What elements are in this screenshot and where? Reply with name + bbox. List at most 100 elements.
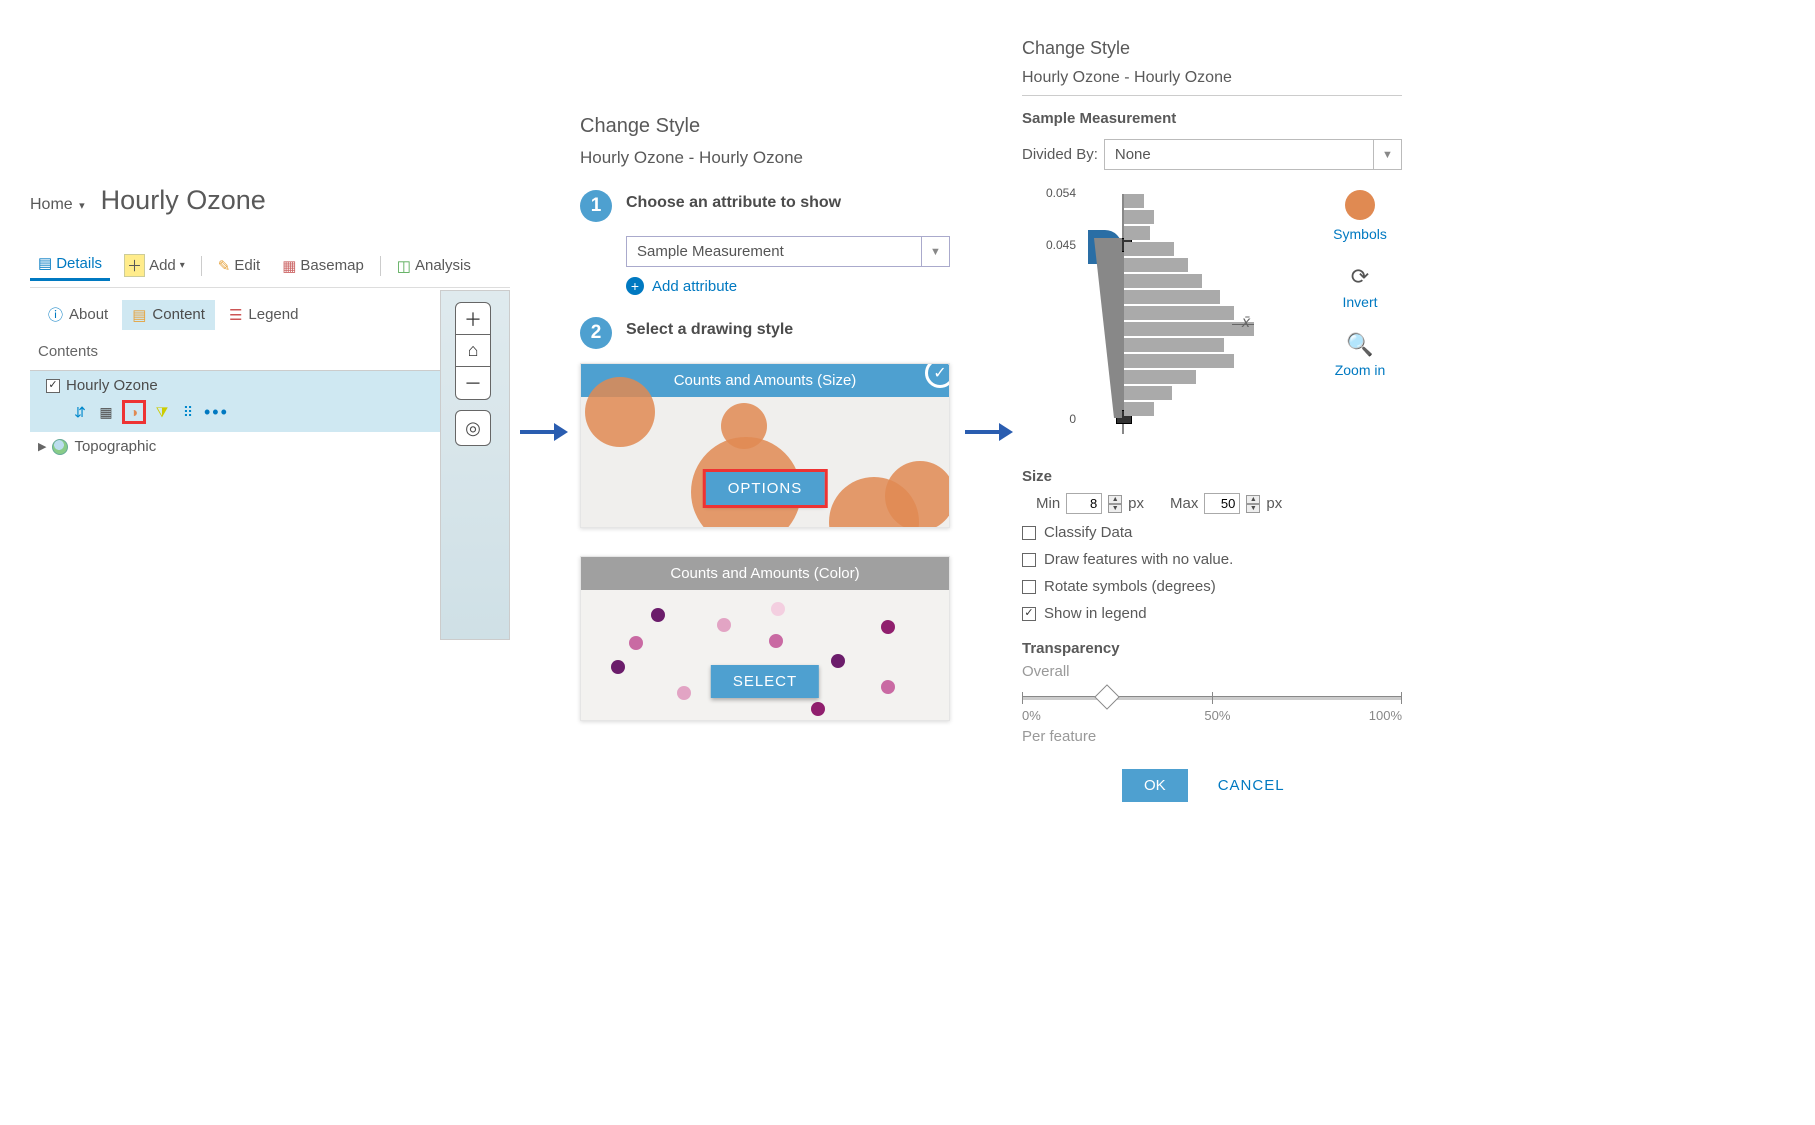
zoom-in-button[interactable]: 🔍Zoom in bbox=[1335, 332, 1386, 378]
basemap-button[interactable]: ▦Basemap bbox=[274, 253, 372, 279]
min-size-stepper[interactable]: ▲▼ bbox=[1108, 495, 1122, 513]
select-button[interactable]: SELECT bbox=[711, 665, 819, 698]
style-card-preview: OPTIONS bbox=[581, 397, 949, 527]
locate-button[interactable]: ◎ bbox=[455, 410, 491, 446]
style-card-counts-size[interactable]: ✓ Counts and Amounts (Size) OPTIONS bbox=[580, 363, 950, 528]
subtabs: ⓘAbout ▤Content ☰Legend ◀ bbox=[30, 288, 510, 337]
histogram-tick-upper: 0.045 bbox=[1036, 238, 1076, 252]
max-size-stepper[interactable]: ▲▼ bbox=[1246, 495, 1260, 513]
panel-title: Change Style bbox=[1022, 38, 1402, 59]
separator bbox=[380, 256, 381, 276]
max-size-input[interactable] bbox=[1204, 493, 1240, 514]
home-extent-button[interactable]: ⌂ bbox=[456, 335, 490, 367]
panel-title: Change Style bbox=[580, 115, 950, 138]
style-card-counts-color[interactable]: Counts and Amounts (Color) SELECT bbox=[580, 556, 950, 721]
cluster-icon[interactable]: ⠿ bbox=[178, 402, 198, 422]
symbols-button[interactable]: Symbols bbox=[1333, 190, 1387, 242]
histogram[interactable]: 0.054 0.045 0 x̄ bbox=[1082, 184, 1282, 444]
info-icon: ⓘ bbox=[48, 304, 63, 325]
change-style-icon[interactable]: ◑ bbox=[122, 400, 146, 424]
divided-by-value: None bbox=[1104, 139, 1374, 170]
expand-icon[interactable]: ▶ bbox=[38, 440, 46, 453]
chevron-down-icon[interactable]: ▼ bbox=[922, 236, 950, 267]
edit-button[interactable]: ✎Edit bbox=[210, 253, 268, 279]
show-legend-icon[interactable]: ⇵ bbox=[70, 402, 90, 422]
classify-checkbox[interactable] bbox=[1022, 526, 1036, 540]
ok-button[interactable]: OK bbox=[1122, 769, 1188, 802]
details-icon: ▤ bbox=[38, 254, 52, 272]
style-card-preview: SELECT bbox=[581, 590, 949, 720]
attribute-name: Sample Measurement bbox=[1022, 110, 1402, 127]
basemap-icon: ▦ bbox=[282, 257, 296, 275]
layer-item-topographic[interactable]: ▶ Topographic bbox=[30, 432, 510, 461]
step-1-label: Choose an attribute to show bbox=[626, 190, 841, 212]
show-table-icon[interactable]: ▦ bbox=[96, 402, 116, 422]
zoom-control: ＋ ⌂ － bbox=[455, 302, 491, 400]
home-link[interactable]: Home ▾ bbox=[30, 196, 85, 214]
tab-content[interactable]: ▤Content bbox=[122, 300, 215, 330]
slider-label-100: 100% bbox=[1369, 708, 1402, 723]
no-value-label: Draw features with no value. bbox=[1044, 551, 1233, 568]
layer-visibility-checkbox[interactable] bbox=[46, 379, 60, 393]
transparency-slider[interactable]: 0% 50% 100% bbox=[1022, 688, 1402, 722]
content-icon: ▤ bbox=[132, 306, 146, 324]
overall-label: Overall bbox=[1022, 663, 1402, 680]
px-label: px bbox=[1266, 495, 1282, 512]
add-button[interactable]: ＋Add▾ bbox=[116, 250, 193, 281]
step-1-badge: 1 bbox=[580, 190, 612, 222]
min-size-input[interactable] bbox=[1066, 493, 1102, 514]
basemap-globe-icon bbox=[52, 439, 68, 455]
zoom-out-button[interactable]: － bbox=[456, 367, 490, 399]
add-attribute-button[interactable]: + Add attribute bbox=[626, 277, 950, 295]
plus-icon: + bbox=[626, 277, 644, 295]
max-label: Max bbox=[1170, 495, 1198, 512]
cancel-button[interactable]: CANCEL bbox=[1218, 777, 1285, 794]
layer-label: Hourly Ozone bbox=[66, 377, 158, 394]
style-card-header: Counts and Amounts (Color) bbox=[581, 557, 949, 590]
layer-item-hourly-ozone[interactable]: Hourly Ozone ⇵ ▦ ◑ ⧩ ⠿ ••• bbox=[30, 371, 510, 432]
no-value-checkbox[interactable] bbox=[1022, 553, 1036, 567]
page-title: Hourly Ozone bbox=[101, 185, 266, 216]
min-label: Min bbox=[1036, 495, 1060, 512]
tab-legend[interactable]: ☰Legend bbox=[219, 300, 309, 330]
more-options-icon[interactable]: ••• bbox=[204, 402, 229, 423]
step-2-label: Select a drawing style bbox=[626, 317, 793, 339]
attribute-select[interactable]: Sample Measurement ▼ bbox=[626, 236, 950, 267]
options-button[interactable]: OPTIONS bbox=[706, 472, 825, 505]
histogram-tick-lower: 0 bbox=[1036, 412, 1076, 426]
chevron-down-icon: ▾ bbox=[79, 200, 85, 212]
chevron-down-icon: ▾ bbox=[180, 260, 185, 271]
layer-label: Topographic bbox=[74, 438, 156, 455]
attribute-select-value: Sample Measurement bbox=[626, 236, 922, 267]
slider-thumb[interactable] bbox=[1094, 684, 1119, 709]
chevron-down-icon[interactable]: ▼ bbox=[1374, 139, 1402, 170]
add-icon: ＋ bbox=[124, 254, 145, 277]
show-legend-label: Show in legend bbox=[1044, 605, 1147, 622]
rotate-checkbox[interactable] bbox=[1022, 580, 1036, 594]
details-button[interactable]: ▤Details bbox=[30, 250, 110, 281]
magnifier-icon: 🔍 bbox=[1335, 332, 1386, 358]
histogram-tick-max: 0.054 bbox=[1036, 186, 1076, 200]
divided-by-select[interactable]: None ▼ bbox=[1104, 139, 1402, 170]
add-attribute-label: Add attribute bbox=[652, 278, 737, 295]
invert-icon: ⟳ bbox=[1342, 264, 1377, 290]
mean-line bbox=[1232, 324, 1254, 325]
legend-icon: ☰ bbox=[229, 306, 242, 324]
transparency-heading: Transparency bbox=[1022, 640, 1402, 657]
separator bbox=[201, 256, 202, 276]
style-options-panel: Change Style Hourly Ozone - Hourly Ozone… bbox=[1022, 38, 1402, 802]
filter-icon[interactable]: ⧩ bbox=[152, 402, 172, 422]
rotate-label: Rotate symbols (degrees) bbox=[1044, 578, 1216, 595]
analysis-button[interactable]: ◫Analysis bbox=[389, 253, 479, 279]
invert-button[interactable]: ⟳Invert bbox=[1342, 264, 1377, 310]
divided-by-label: Divided By: bbox=[1022, 146, 1098, 163]
change-style-panel: Change Style Hourly Ozone - Hourly Ozone… bbox=[580, 115, 950, 749]
map-viewer-panel: Home ▾ Hourly Ozone ▤Details ＋Add▾ ✎Edit… bbox=[30, 185, 510, 461]
zoom-in-button[interactable]: ＋ bbox=[456, 303, 490, 335]
tab-about[interactable]: ⓘAbout bbox=[38, 298, 118, 331]
slider-label-50: 50% bbox=[1204, 708, 1230, 723]
flow-arrow-icon bbox=[965, 423, 1015, 441]
px-label: px bbox=[1128, 495, 1144, 512]
show-legend-checkbox[interactable] bbox=[1022, 607, 1036, 621]
locate-icon: ◎ bbox=[465, 418, 481, 439]
